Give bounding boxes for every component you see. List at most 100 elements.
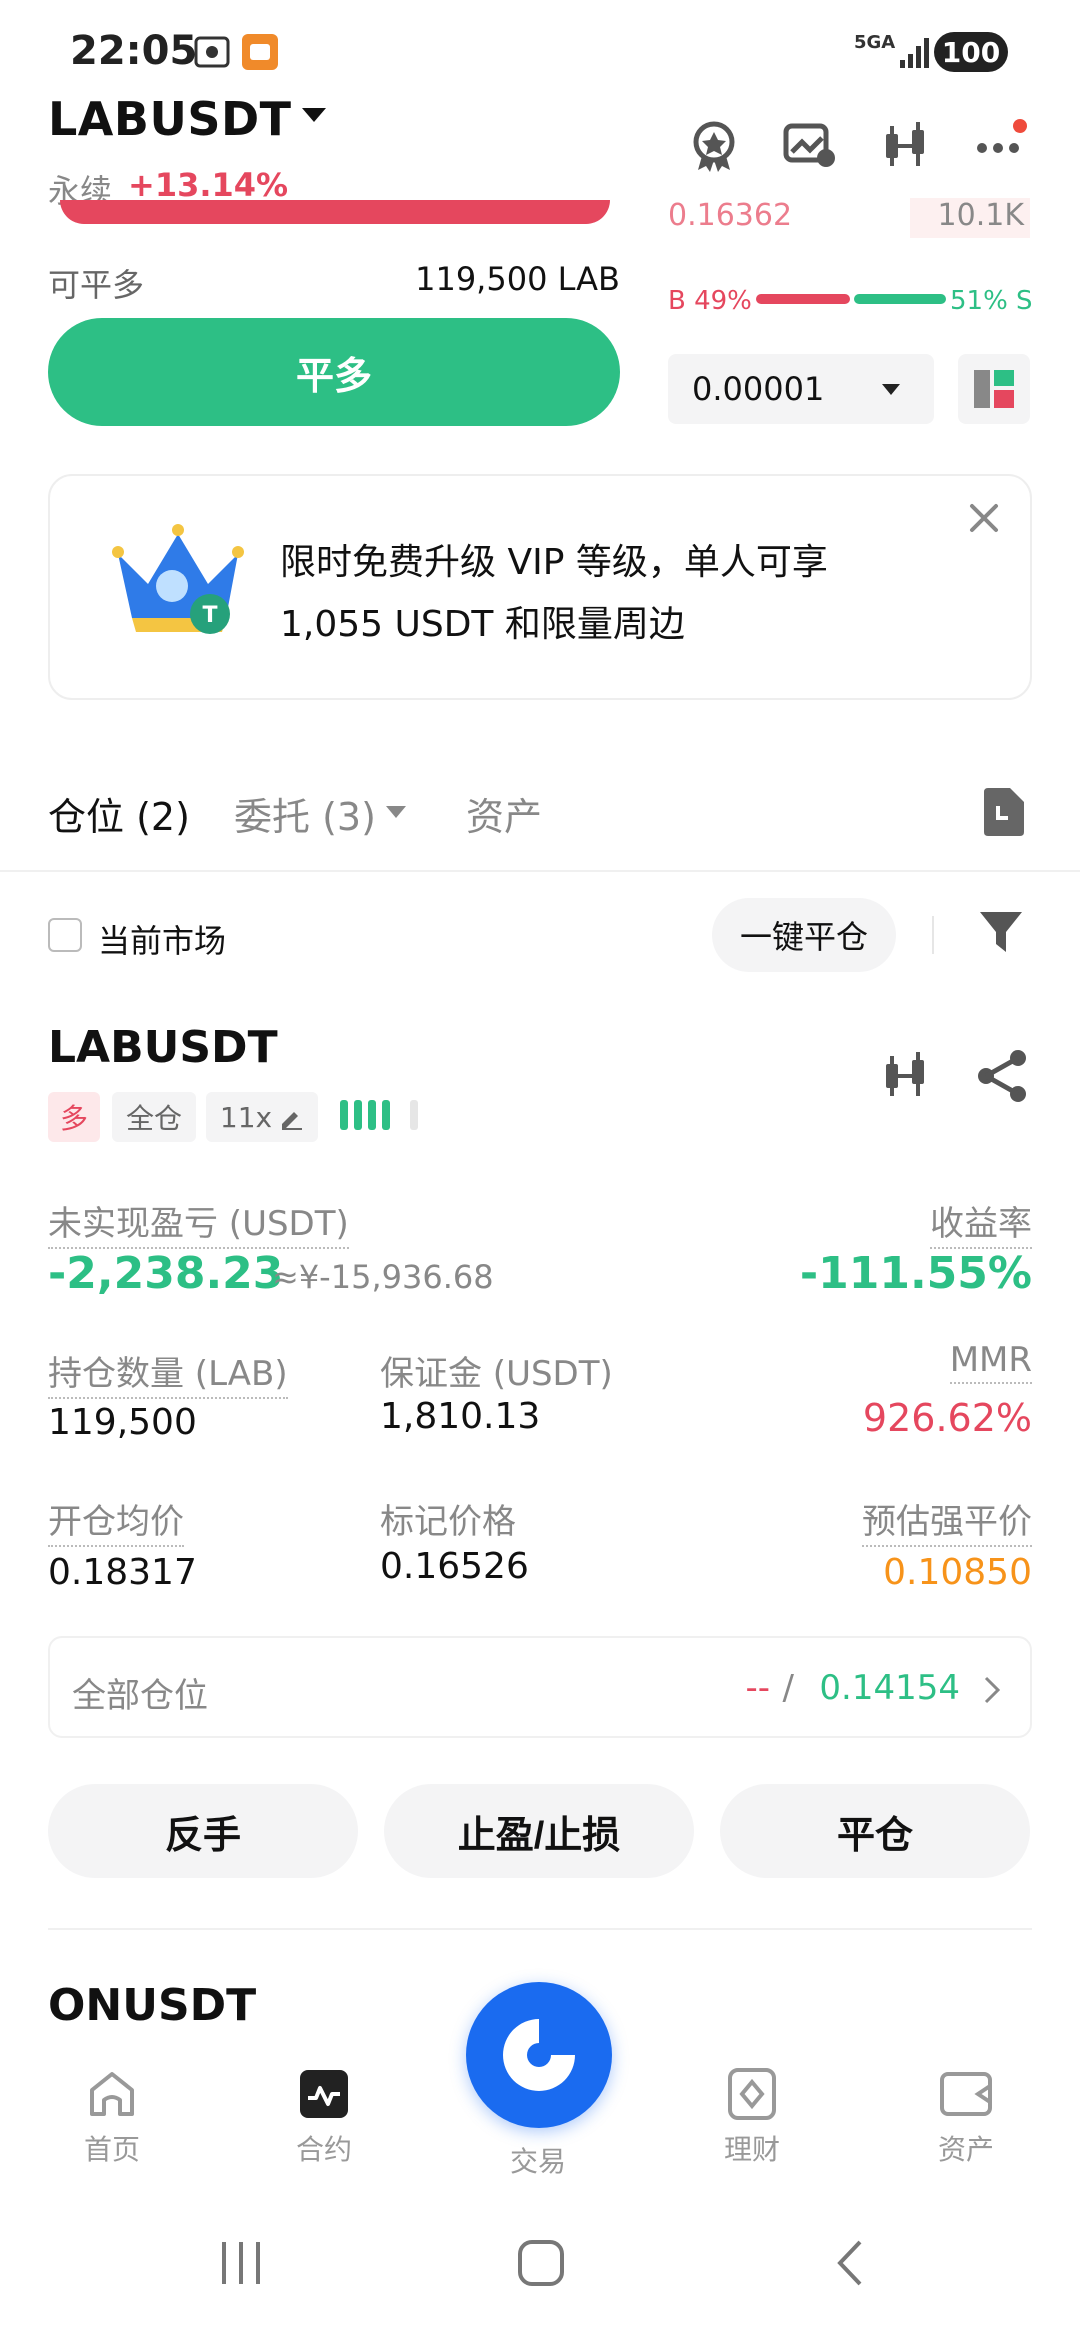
nav-earn[interactable]: 理财 <box>682 2066 822 2168</box>
adl-bar <box>382 1100 390 1130</box>
close-long-button[interactable]: 平多 <box>48 318 620 426</box>
wallet-icon <box>938 2066 994 2122</box>
filter-icon[interactable] <box>978 908 1024 958</box>
nav-earn-label: 理财 <box>723 2133 780 2166</box>
unrealized-pnl-value: -2,238.23 <box>48 1248 284 1299</box>
network-type: 5GA <box>854 32 896 53</box>
position-size-value: 119,500 <box>48 1402 197 1443</box>
chevron-down-icon <box>882 384 900 395</box>
history-document-icon[interactable] <box>980 788 1024 836</box>
back-icon[interactable] <box>826 2238 876 2292</box>
all-positions-tp: -- <box>745 1668 770 1708</box>
promo-text: 限时免费升级 VIP 等级，单人可享 1,055 USDT 和限量周边 <box>280 532 828 656</box>
roe-value: -111.55% <box>799 1248 1032 1299</box>
nav-futures-label: 合约 <box>295 2133 352 2166</box>
nav-futures[interactable]: 合约 <box>254 2066 394 2168</box>
orderbook-layout-button[interactable] <box>958 354 1030 424</box>
adl-bar <box>340 1100 348 1130</box>
leverage-value: 11x <box>219 1100 273 1134</box>
svg-text:T: T <box>202 603 217 628</box>
home-button-icon[interactable] <box>516 2238 566 2292</box>
chevron-down-icon[interactable] <box>302 108 326 122</box>
home-icon <box>84 2066 140 2122</box>
all-positions-row[interactable]: 全部仓位 -- / 0.14154 <box>48 1636 1032 1738</box>
screenshot-icon <box>192 32 232 72</box>
mmr-label[interactable]: MMR <box>949 1340 1032 1384</box>
battery-indicator: 100 <box>934 32 1008 72</box>
edit-icon <box>282 1112 303 1130</box>
app-notification-icon <box>240 32 280 72</box>
buy-ratio-bar <box>756 294 850 304</box>
close-all-button[interactable]: 一键平仓 <box>712 898 896 972</box>
all-positions-label: 全部仓位 <box>72 1676 208 1716</box>
entry-price-label[interactable]: 开仓均价 <box>48 1494 184 1547</box>
precision-value: 0.00001 <box>692 370 825 408</box>
adl-bar <box>368 1100 376 1130</box>
share-icon[interactable] <box>974 1048 1030 1104</box>
promo-banner[interactable]: T 限时免费升级 VIP 等级，单人可享 1,055 USDT 和限量周边 <box>48 474 1032 700</box>
close-position-button[interactable]: 平仓 <box>720 1784 1030 1878</box>
orderbook-price: 0.16362 <box>668 198 793 233</box>
side-badge: 多 <box>48 1092 100 1142</box>
roe-label[interactable]: 收益率 <box>930 1196 1032 1249</box>
candlestick-icon[interactable] <box>878 118 934 174</box>
trade-logo-icon[interactable] <box>466 1982 612 2128</box>
can-close-value: 119,500 LAB <box>415 260 620 298</box>
nav-home[interactable]: 首页 <box>42 2066 182 2168</box>
vip-crown-icon: T <box>108 514 248 648</box>
current-market-checkbox[interactable] <box>48 918 82 952</box>
position-size-label[interactable]: 持仓数量 (LAB) <box>48 1346 288 1399</box>
adl-bar <box>410 1100 418 1130</box>
price-change: +13.14% <box>128 166 289 204</box>
recent-apps-icon[interactable] <box>216 2238 266 2292</box>
earn-icon <box>724 2066 780 2122</box>
unrealized-pnl-cny: ≈¥-15,936.68 <box>272 1258 494 1296</box>
tab-assets[interactable]: 资产 <box>466 786 542 841</box>
status-time: 22:05 <box>70 28 198 74</box>
medal-icon[interactable] <box>686 118 742 174</box>
pair-title[interactable]: LABUSDT <box>48 92 292 146</box>
more-icon[interactable] <box>974 118 1030 174</box>
mark-price-value: 0.16526 <box>380 1546 529 1587</box>
liq-price-value: 0.10850 <box>883 1552 1032 1593</box>
chevron-right-icon <box>984 1676 1001 1704</box>
sell-button-partial[interactable] <box>60 200 610 224</box>
all-positions-sl: 0.14154 <box>819 1668 960 1708</box>
promo-line-1: 限时免费升级 VIP 等级，单人可享 <box>280 542 828 583</box>
buy-ratio: B 49% <box>668 286 752 316</box>
tp-sl-button[interactable]: 止盈/止损 <box>384 1784 694 1878</box>
mmr-value: 926.62% <box>862 1396 1032 1440</box>
chevron-down-icon[interactable] <box>386 806 406 818</box>
mark-price-label: 标记价格 <box>380 1502 516 1542</box>
nav-assets[interactable]: 资产 <box>896 2066 1036 2168</box>
position-symbol[interactable]: LABUSDT <box>48 1022 278 1073</box>
chart-settings-icon[interactable] <box>782 118 838 174</box>
position-symbol[interactable]: ONUSDT <box>48 1980 256 2031</box>
all-positions-slash: / <box>782 1668 794 1708</box>
sell-ratio-bar <box>854 294 946 304</box>
reverse-button[interactable]: 反手 <box>48 1784 358 1878</box>
nav-home-label: 首页 <box>83 2133 140 2166</box>
current-market-label[interactable]: 当前市场 <box>98 916 226 962</box>
margin-mode-badge: 全仓 <box>112 1092 196 1142</box>
orderbook-qty: 10.1K <box>910 198 1030 238</box>
promo-line-2: 1,055 USDT 和限量周边 <box>280 604 685 645</box>
tab-orders[interactable]: 委托 (3) <box>234 786 376 841</box>
separator <box>932 916 934 954</box>
liq-price-label[interactable]: 预估强平价 <box>862 1494 1032 1547</box>
close-icon[interactable] <box>964 498 1004 538</box>
sell-ratio: 51% S <box>950 286 1033 316</box>
precision-select[interactable]: 0.00001 <box>668 354 934 424</box>
nav-trade[interactable]: 交易 <box>468 2140 608 2180</box>
nav-trade-label: 交易 <box>509 2145 566 2178</box>
entry-price-value: 0.18317 <box>48 1552 197 1593</box>
unrealized-pnl-label[interactable]: 未实现盈亏 (USDT) <box>48 1196 349 1249</box>
can-close-label: 可平多 <box>48 266 145 304</box>
nav-assets-label: 资产 <box>937 2133 994 2166</box>
adl-bar <box>354 1100 362 1130</box>
candlestick-icon[interactable] <box>878 1048 934 1104</box>
position-divider <box>48 1928 1032 1930</box>
futures-icon <box>296 2066 352 2122</box>
tab-positions[interactable]: 仓位 (2) <box>48 786 190 841</box>
leverage-badge[interactable]: 11x <box>206 1092 318 1142</box>
